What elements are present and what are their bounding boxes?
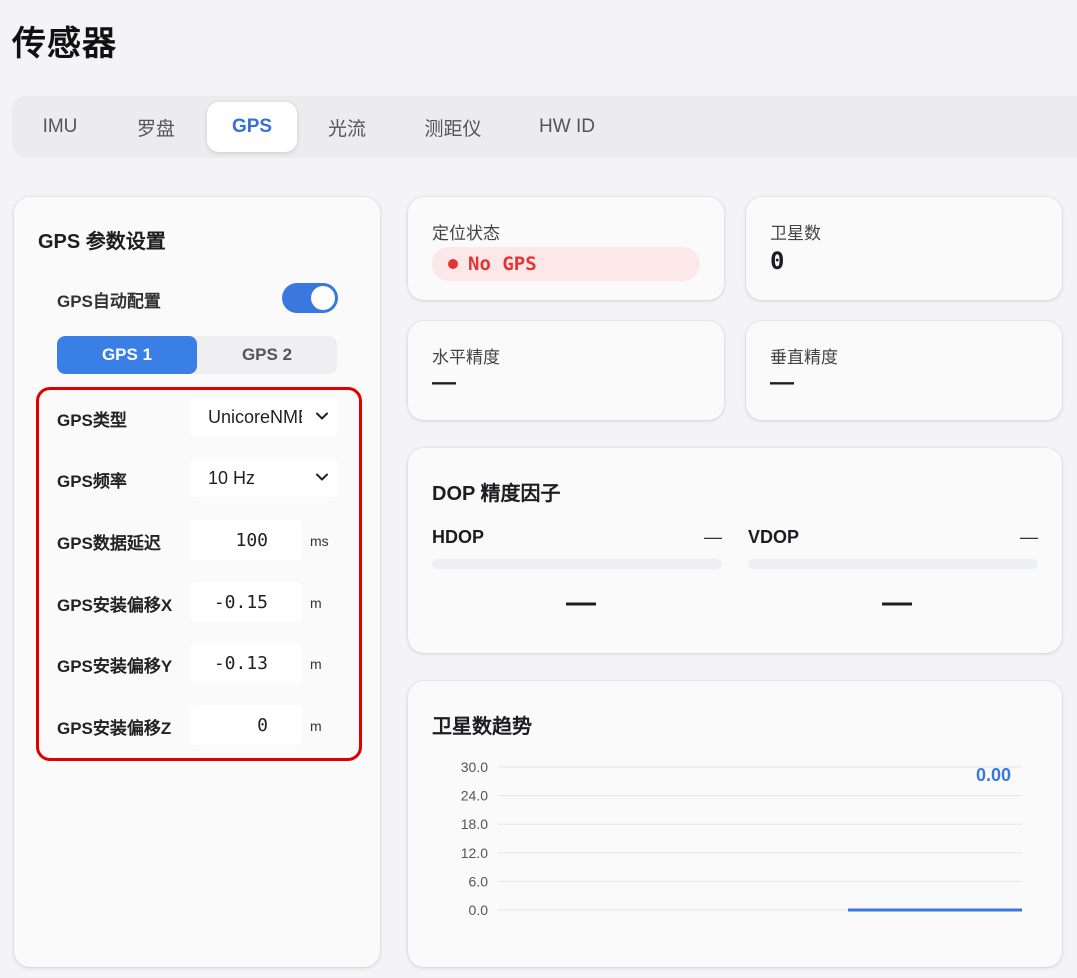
y-tick-label: 0.0 bbox=[469, 902, 489, 918]
hdop-big-value: — bbox=[566, 586, 596, 619]
satellite-count-card: 卫星数 0 bbox=[746, 197, 1062, 300]
y-tick-label: 24.0 bbox=[461, 788, 488, 804]
y-tick-label: 30.0 bbox=[461, 759, 488, 775]
gps-offset-z-label: GPS安装偏移Z bbox=[57, 719, 172, 738]
fix-status-card: 定位状态 No GPS bbox=[408, 197, 724, 300]
hdop-label: HDOP bbox=[432, 527, 485, 547]
satellite-count-value: 0 bbox=[770, 247, 785, 275]
gps-offset-x-label: GPS安装偏移X bbox=[57, 596, 173, 615]
vdop-label: VDOP bbox=[748, 527, 800, 547]
fix-status-label: 定位状态 bbox=[432, 224, 500, 243]
satellite-trend-chart: 30.0 24.0 18.0 12.0 6.0 0.0 bbox=[461, 759, 1022, 918]
gps2-tab[interactable]: GPS 2 bbox=[197, 336, 337, 374]
chevron-down-icon bbox=[316, 473, 328, 481]
tab-gps[interactable]: GPS bbox=[207, 102, 297, 152]
gps-delay-unit: ms bbox=[310, 533, 329, 549]
status-dot-icon bbox=[448, 259, 458, 269]
fix-status-value: No GPS bbox=[468, 253, 537, 275]
tab-compass[interactable]: 罗盘 bbox=[122, 102, 190, 152]
vertical-accuracy-card: 垂直精度 — bbox=[746, 321, 1062, 420]
gps-delay-input[interactable] bbox=[190, 520, 302, 560]
tab-hw-id[interactable]: HW ID bbox=[524, 102, 610, 152]
dop-card: DOP 精度因子 HDOP — — VDOP — — bbox=[408, 448, 1062, 653]
gps-type-value: UnicoreNMEA bbox=[208, 406, 302, 427]
satellite-trend-card: 卫星数趋势 0.00 30.0 24.0 18.0 12.0 6.0 0.0 bbox=[408, 681, 1062, 967]
sensor-tabbar: IMU 罗盘 GPS 光流 测距仪 HW ID bbox=[12, 96, 1077, 158]
horizontal-accuracy-card: 水平精度 — bbox=[408, 321, 724, 420]
dop-title: DOP 精度因子 bbox=[432, 483, 561, 505]
tab-optical-flow[interactable]: 光流 bbox=[314, 102, 380, 152]
gps-rate-select[interactable]: 10 Hz bbox=[190, 459, 338, 497]
fix-status-badge: No GPS bbox=[432, 247, 700, 281]
y-tick-label: 12.0 bbox=[461, 845, 488, 861]
toggle-knob bbox=[311, 286, 335, 310]
vdop-bar bbox=[748, 559, 1038, 569]
gps-delay-label: GPS数据延迟 bbox=[57, 534, 161, 553]
satellite-count-label: 卫星数 bbox=[770, 224, 821, 243]
tab-imu[interactable]: IMU bbox=[28, 102, 92, 152]
gps-offset-y-unit: m bbox=[310, 656, 322, 672]
hdop-value: — bbox=[704, 527, 722, 547]
vertical-accuracy-label: 垂直精度 bbox=[770, 348, 838, 367]
gps1-tab[interactable]: GPS 1 bbox=[57, 336, 197, 374]
gps-offset-y-label: GPS安装偏移Y bbox=[57, 657, 173, 676]
gps-rate-value: 10 Hz bbox=[208, 467, 256, 488]
gps-settings-title: GPS 参数设置 bbox=[38, 231, 166, 253]
gps-offset-x-input[interactable] bbox=[190, 582, 302, 622]
gps-type-label: GPS类型 bbox=[57, 411, 127, 430]
gps-settings-card: GPS 参数设置 GPS自动配置 GPS 1 GPS 2 GPS类型 Unico… bbox=[14, 197, 380, 967]
gps-rate-label: GPS频率 bbox=[57, 472, 127, 491]
hdop-bar bbox=[432, 559, 722, 569]
y-tick-label: 6.0 bbox=[469, 873, 489, 889]
gps-unit-selector: GPS 1 GPS 2 bbox=[57, 336, 337, 374]
tab-rangefinder[interactable]: 测距仪 bbox=[408, 102, 498, 152]
y-tick-label: 18.0 bbox=[461, 816, 488, 832]
chevron-down-icon bbox=[316, 412, 328, 420]
gps-offset-y-input[interactable] bbox=[190, 643, 302, 683]
page-title: 传感器 bbox=[12, 25, 117, 63]
gps-offset-z-input[interactable] bbox=[190, 705, 302, 745]
vertical-accuracy-value: — bbox=[770, 369, 794, 396]
gps-auto-config-toggle[interactable] bbox=[282, 283, 338, 313]
horizontal-accuracy-value: — bbox=[432, 369, 456, 396]
gps-auto-config-label: GPS自动配置 bbox=[57, 292, 161, 311]
horizontal-accuracy-label: 水平精度 bbox=[432, 348, 500, 367]
vdop-big-value: — bbox=[882, 586, 912, 619]
vdop-value: — bbox=[1020, 527, 1038, 547]
gps-offset-x-unit: m bbox=[310, 595, 322, 611]
gps-type-select[interactable]: UnicoreNMEA bbox=[190, 398, 338, 436]
gps-offset-z-unit: m bbox=[310, 718, 322, 734]
